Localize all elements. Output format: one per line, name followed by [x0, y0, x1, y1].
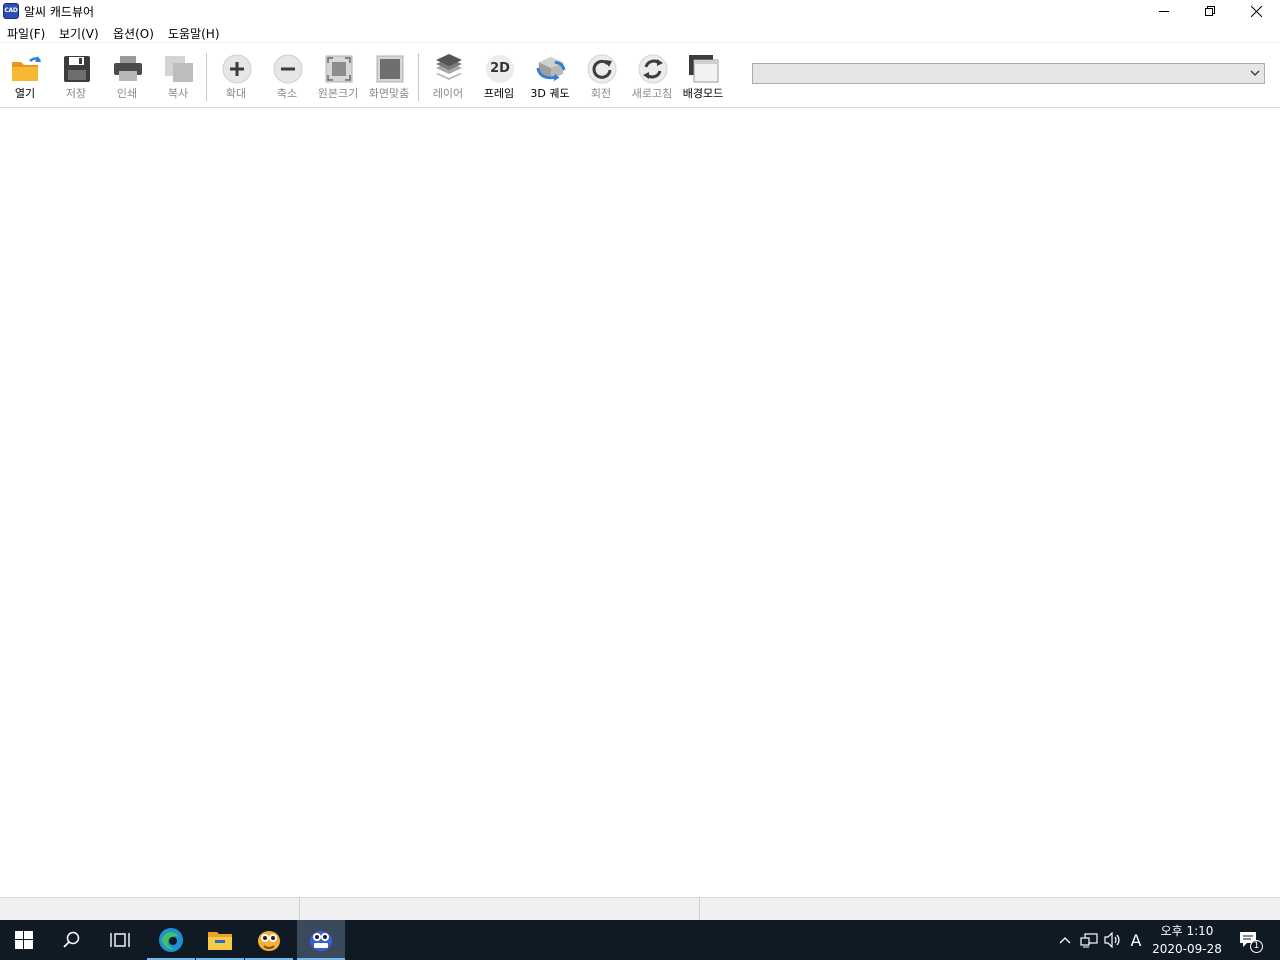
open-button[interactable]: 열기 — [0, 51, 50, 103]
status-bar — [0, 897, 1280, 920]
menu-bar: 파일(F) 보기(V) 옵션(O) 도움말(H) — [0, 22, 1280, 42]
menu-help[interactable]: 도움말(H) — [168, 25, 220, 42]
start-icon — [15, 931, 33, 949]
layers-button[interactable]: 레이어 — [423, 51, 473, 103]
ime-indicator[interactable]: A — [1126, 920, 1146, 960]
edge-taskbar-button[interactable] — [147, 920, 195, 960]
background-mode-icon — [688, 53, 720, 85]
rotate-button[interactable]: 회전 — [576, 51, 626, 103]
fit-screen-button[interactable]: 화면맞춤 — [364, 51, 414, 103]
volume-button[interactable] — [1102, 920, 1124, 960]
toolbar: 열기 저장 인쇄 복사 확대 축소 원본크기 화면맞춤 레이어 2D 프레임 3… — [0, 42, 1280, 108]
menu-view[interactable]: 보기(V) — [59, 25, 99, 42]
chevron-down-icon — [1250, 70, 1260, 76]
zoom-in-button[interactable]: 확대 — [211, 51, 261, 103]
print-icon — [112, 53, 144, 85]
menu-file[interactable]: 파일(F) — [7, 25, 45, 42]
status-pane — [700, 898, 1280, 920]
background-mode-button[interactable]: 배경모드 — [678, 51, 728, 103]
zoom-in-icon — [221, 53, 253, 85]
start-button[interactable] — [0, 920, 48, 960]
save-icon — [61, 53, 93, 85]
zoom-out-button[interactable]: 축소 — [262, 51, 312, 103]
taskbar-clock[interactable]: 오후 1:10 2020-09-28 — [1148, 922, 1226, 958]
status-pane — [0, 898, 300, 920]
search-button[interactable] — [48, 920, 96, 960]
background-mode-label: 배경모드 — [682, 87, 724, 100]
refresh-icon — [637, 53, 669, 85]
drawing-canvas[interactable] — [0, 109, 1280, 897]
3d-orbit-button[interactable]: 3D 궤도 — [525, 51, 575, 103]
edge-icon — [159, 928, 183, 952]
original-size-button[interactable]: 원본크기 — [313, 51, 363, 103]
refresh-button[interactable]: 새로고침 — [627, 51, 677, 103]
clock-time: 오후 1:10 — [1160, 924, 1214, 938]
copy-icon — [163, 53, 195, 85]
save-button[interactable]: 저장 — [51, 51, 101, 103]
tray-overflow-button[interactable] — [1056, 920, 1074, 960]
menu-options[interactable]: 옵션(O) — [113, 25, 154, 42]
volume-icon — [1104, 932, 1120, 948]
restore-button[interactable] — [1187, 0, 1233, 22]
layers-icon — [433, 53, 465, 85]
network-icon — [1080, 933, 1098, 948]
window-title: 알씨 캐드뷰어 — [24, 5, 95, 19]
2d-frame-icon: 2D — [484, 53, 516, 85]
close-button[interactable] — [1233, 0, 1279, 22]
fit-screen-icon — [374, 53, 406, 85]
rotate-icon — [586, 53, 618, 85]
status-pane — [300, 898, 700, 920]
close-icon — [1250, 5, 1262, 17]
alsee-taskbar-button[interactable] — [245, 920, 293, 960]
minimize-icon — [1159, 11, 1169, 12]
print-button[interactable]: 인쇄 — [102, 51, 152, 103]
taskbar: A 오후 1:10 2020-09-28 1 — [0, 920, 1280, 960]
zoom-out-icon — [272, 53, 304, 85]
task-view-icon — [110, 933, 130, 947]
alsee-app-icon — [258, 931, 280, 951]
action-center-button[interactable]: 1 — [1234, 920, 1264, 960]
open-folder-icon — [10, 53, 42, 85]
copy-button[interactable]: 복사 — [153, 51, 203, 103]
copy-label: 복사 — [167, 87, 189, 100]
minimize-button[interactable] — [1141, 0, 1187, 22]
notification-count-badge: 1 — [1250, 940, 1263, 953]
task-view-button[interactable] — [96, 920, 144, 960]
cad-viewer-taskbar-button[interactable] — [297, 920, 345, 960]
chevron-up-icon — [1059, 937, 1071, 944]
file-explorer-icon — [208, 932, 232, 950]
2d-frame-icon-text: 2D — [490, 61, 510, 76]
3d-orbit-icon — [535, 53, 567, 85]
restore-icon — [1205, 6, 1215, 16]
original-size-icon — [323, 53, 355, 85]
search-icon — [63, 931, 80, 948]
fit-screen-label: 화면맞춤 — [368, 87, 410, 100]
clock-date: 2020-09-28 — [1152, 942, 1222, 956]
layout-select[interactable] — [752, 63, 1265, 84]
frame-button[interactable]: 2D 프레임 — [474, 51, 524, 103]
title-bar: CAD 알씨 캐드뷰어 — [0, 0, 1280, 22]
cad-viewer-app-icon — [310, 931, 332, 951]
app-logo-icon: CAD — [3, 3, 19, 19]
file-explorer-taskbar-button[interactable] — [196, 920, 244, 960]
network-button[interactable] — [1078, 920, 1100, 960]
